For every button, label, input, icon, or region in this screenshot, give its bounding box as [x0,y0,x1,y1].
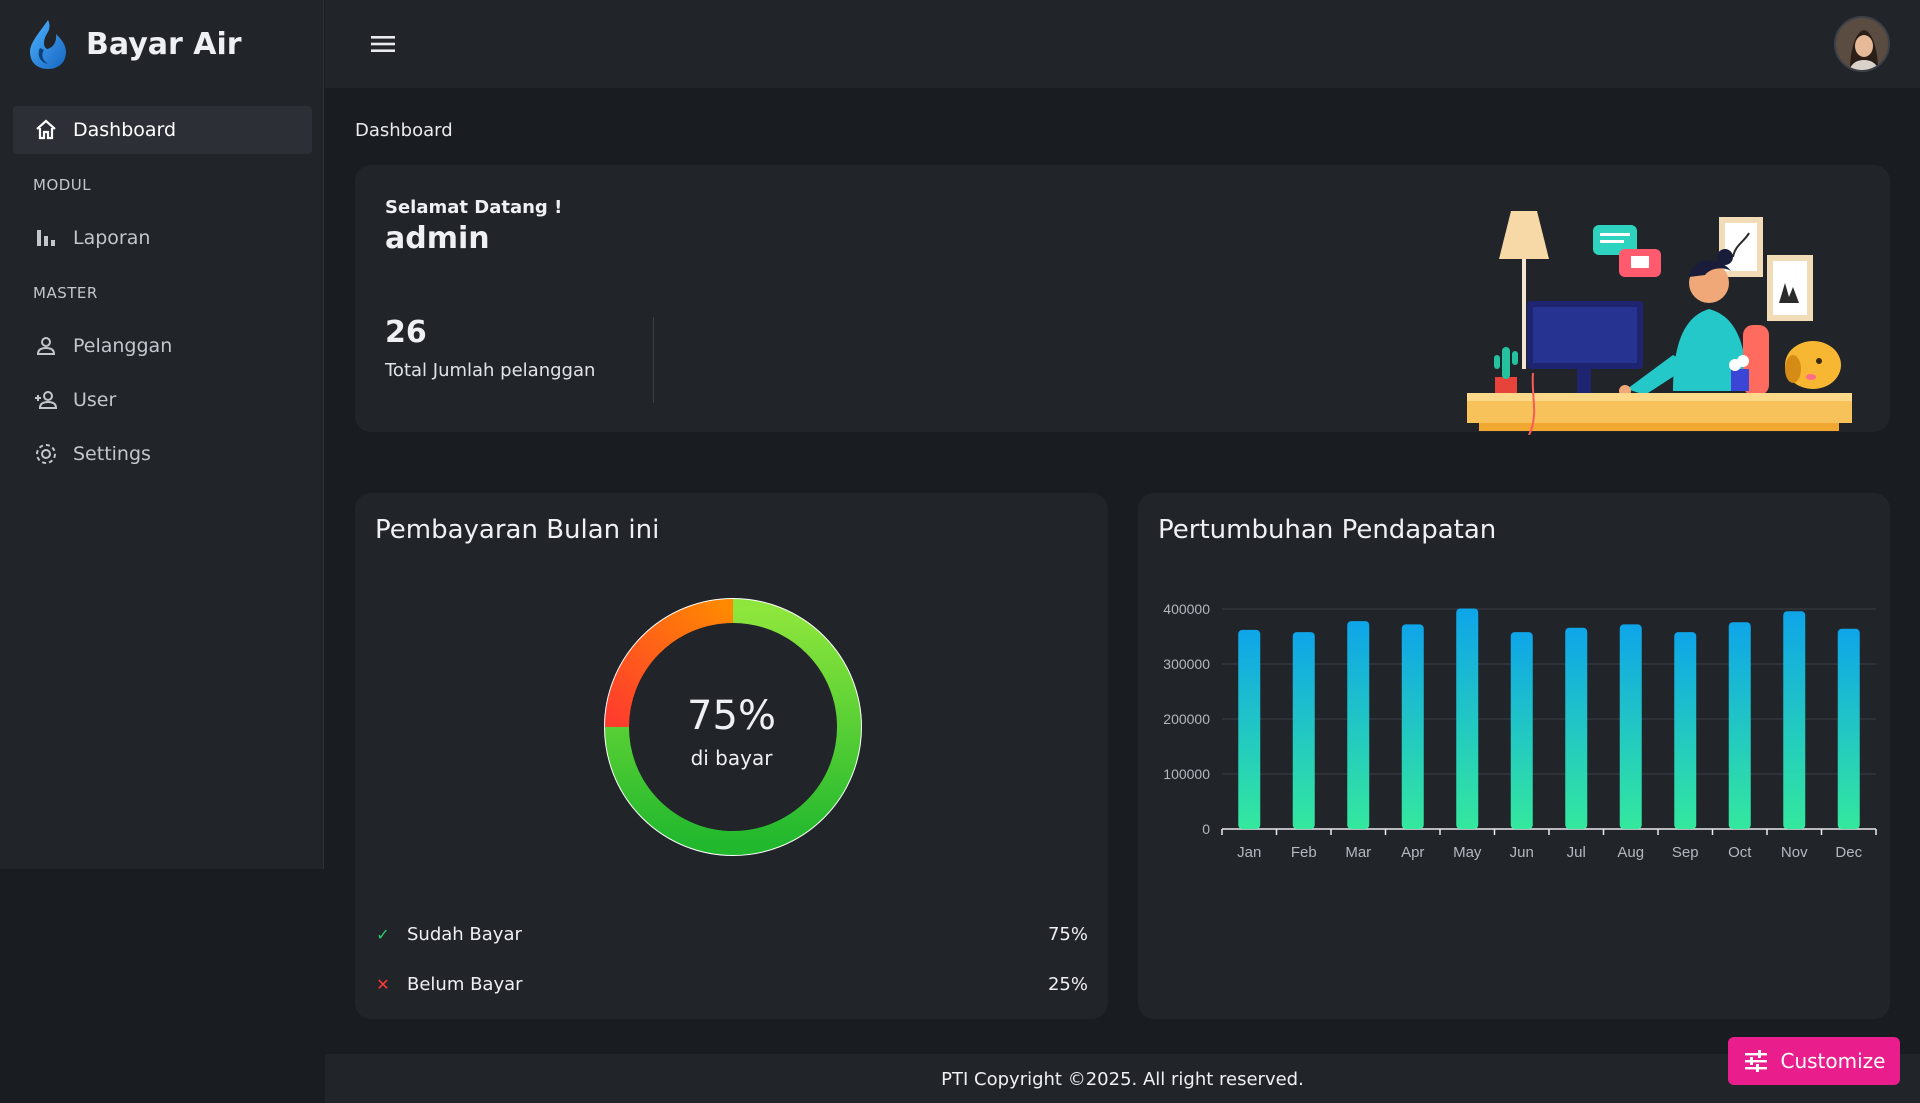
y-tick-label: 200000 [1163,711,1210,727]
home-icon [33,117,59,143]
customer-count-label: Total Jumlah pelanggan [385,360,596,381]
bar-may[interactable] [1456,608,1479,829]
x-tick-label: Sep [1672,844,1699,861]
check-icon: ✓ [376,924,390,944]
stat-divider [653,317,654,403]
sidebar-item-label: Dashboard [73,119,177,141]
bar-mar[interactable] [1347,621,1370,829]
donut-sub-label: di bayar [690,746,773,770]
bar-sep[interactable] [1674,632,1697,829]
x-tick-label: Nov [1781,844,1808,861]
bar-aug[interactable] [1619,624,1642,829]
sidebar-item-label: Laporan [73,227,151,249]
y-tick-label: 0 [1202,821,1210,837]
section-label-master: MASTER [33,284,98,302]
welcome-username: admin [385,221,490,256]
workspace-illustration [1467,211,1852,435]
app-name: Bayar Air [86,26,242,62]
payment-card: Pembayaran Bulan ini 75% di bayar ✓ Suda… [355,493,1108,1019]
revenue-bar-chart: 0 100000 200000 300000 400000 Jan Feb Mar Apr May… [1163,601,1877,861]
legend-label: Belum Bayar [407,973,523,995]
bar-apr[interactable] [1401,624,1424,829]
topbar [325,0,1920,88]
sliders-icon [1744,1050,1767,1072]
hamburger-menu-icon[interactable] [369,30,397,58]
footer: PTI Copyright ©2025. All right reserved. [325,1054,1920,1103]
revenue-growth-card: Pertumbuhan Pendapatan 0 100000 200000 3000… [1138,493,1890,1019]
welcome-card: Selamat Datang ! admin 26 Total Jumlah p… [355,165,1890,435]
donut-percent-label: 75% [687,693,776,739]
user-avatar-icon [1836,18,1888,70]
sidebar-item-pelanggan[interactable]: Pelanggan [13,322,312,370]
legend-value: 25% [1047,973,1088,995]
legend-item-unpaid: ✕ Belum Bayar 25% [375,969,1088,999]
sidebar-item-user[interactable]: User [13,376,312,424]
legend-item-paid: ✓ Sudah Bayar 75% [375,919,1088,949]
x-tick-label: Oct [1728,844,1752,861]
x-tick-label: Mar [1345,844,1371,861]
x-tick-label: May [1453,844,1482,861]
person-add-icon [33,387,59,413]
sidebar: Bayar Air Dashboard MODUL Laporan MASTER… [0,0,324,869]
sidebar-item-settings[interactable]: Settings [13,430,312,478]
sidebar-item-label: Pelanggan [73,335,173,357]
payment-card-title: Pembayaran Bulan ini [375,515,660,545]
x-tick-label: Apr [1401,844,1424,861]
breadcrumb: Dashboard [355,120,453,141]
avatar[interactable] [1834,16,1890,72]
sidebar-item-dashboard[interactable]: Dashboard [13,106,312,154]
y-tick-label: 400000 [1163,601,1210,617]
y-tick-label: 100000 [1163,766,1210,782]
x-tick-label: Dec [1835,844,1862,861]
section-label-modul: MODUL [33,176,92,194]
x-tick-label: Jan [1237,844,1261,861]
welcome-greeting: Selamat Datang ! [385,197,563,218]
person-icon [33,333,59,359]
bar-feb[interactable] [1292,632,1315,829]
bar-dec[interactable] [1837,628,1860,829]
x-tick-label: Feb [1291,844,1317,861]
sidebar-item-laporan[interactable]: Laporan [13,214,312,262]
x-tick-label: Jul [1567,844,1586,861]
customer-count-value: 26 [385,315,427,350]
sidebar-item-label: Settings [73,443,151,465]
x-tick-label: Aug [1617,844,1644,861]
bar-nov[interactable] [1783,611,1806,829]
close-icon: ✕ [376,974,390,994]
bar-chart-icon [33,225,59,251]
x-tick-label: Jun [1510,844,1534,861]
legend-value: 75% [1047,923,1088,945]
bar-jul[interactable] [1565,627,1588,829]
brand[interactable]: Bayar Air [26,18,242,70]
customize-label: Customize [1780,1049,1886,1073]
legend-label: Sudah Bayar [407,923,522,945]
gear-icon [33,441,59,467]
bar-jan[interactable] [1238,629,1261,829]
water-drop-logo-icon [30,20,66,69]
y-tick-label: 300000 [1163,656,1210,672]
customize-button[interactable]: Customize [1728,1037,1900,1085]
revenue-growth-title: Pertumbuhan Pendapatan [1158,515,1497,545]
bar-oct[interactable] [1728,622,1751,829]
sidebar-item-label: User [73,389,117,411]
bar-jun[interactable] [1510,632,1533,829]
